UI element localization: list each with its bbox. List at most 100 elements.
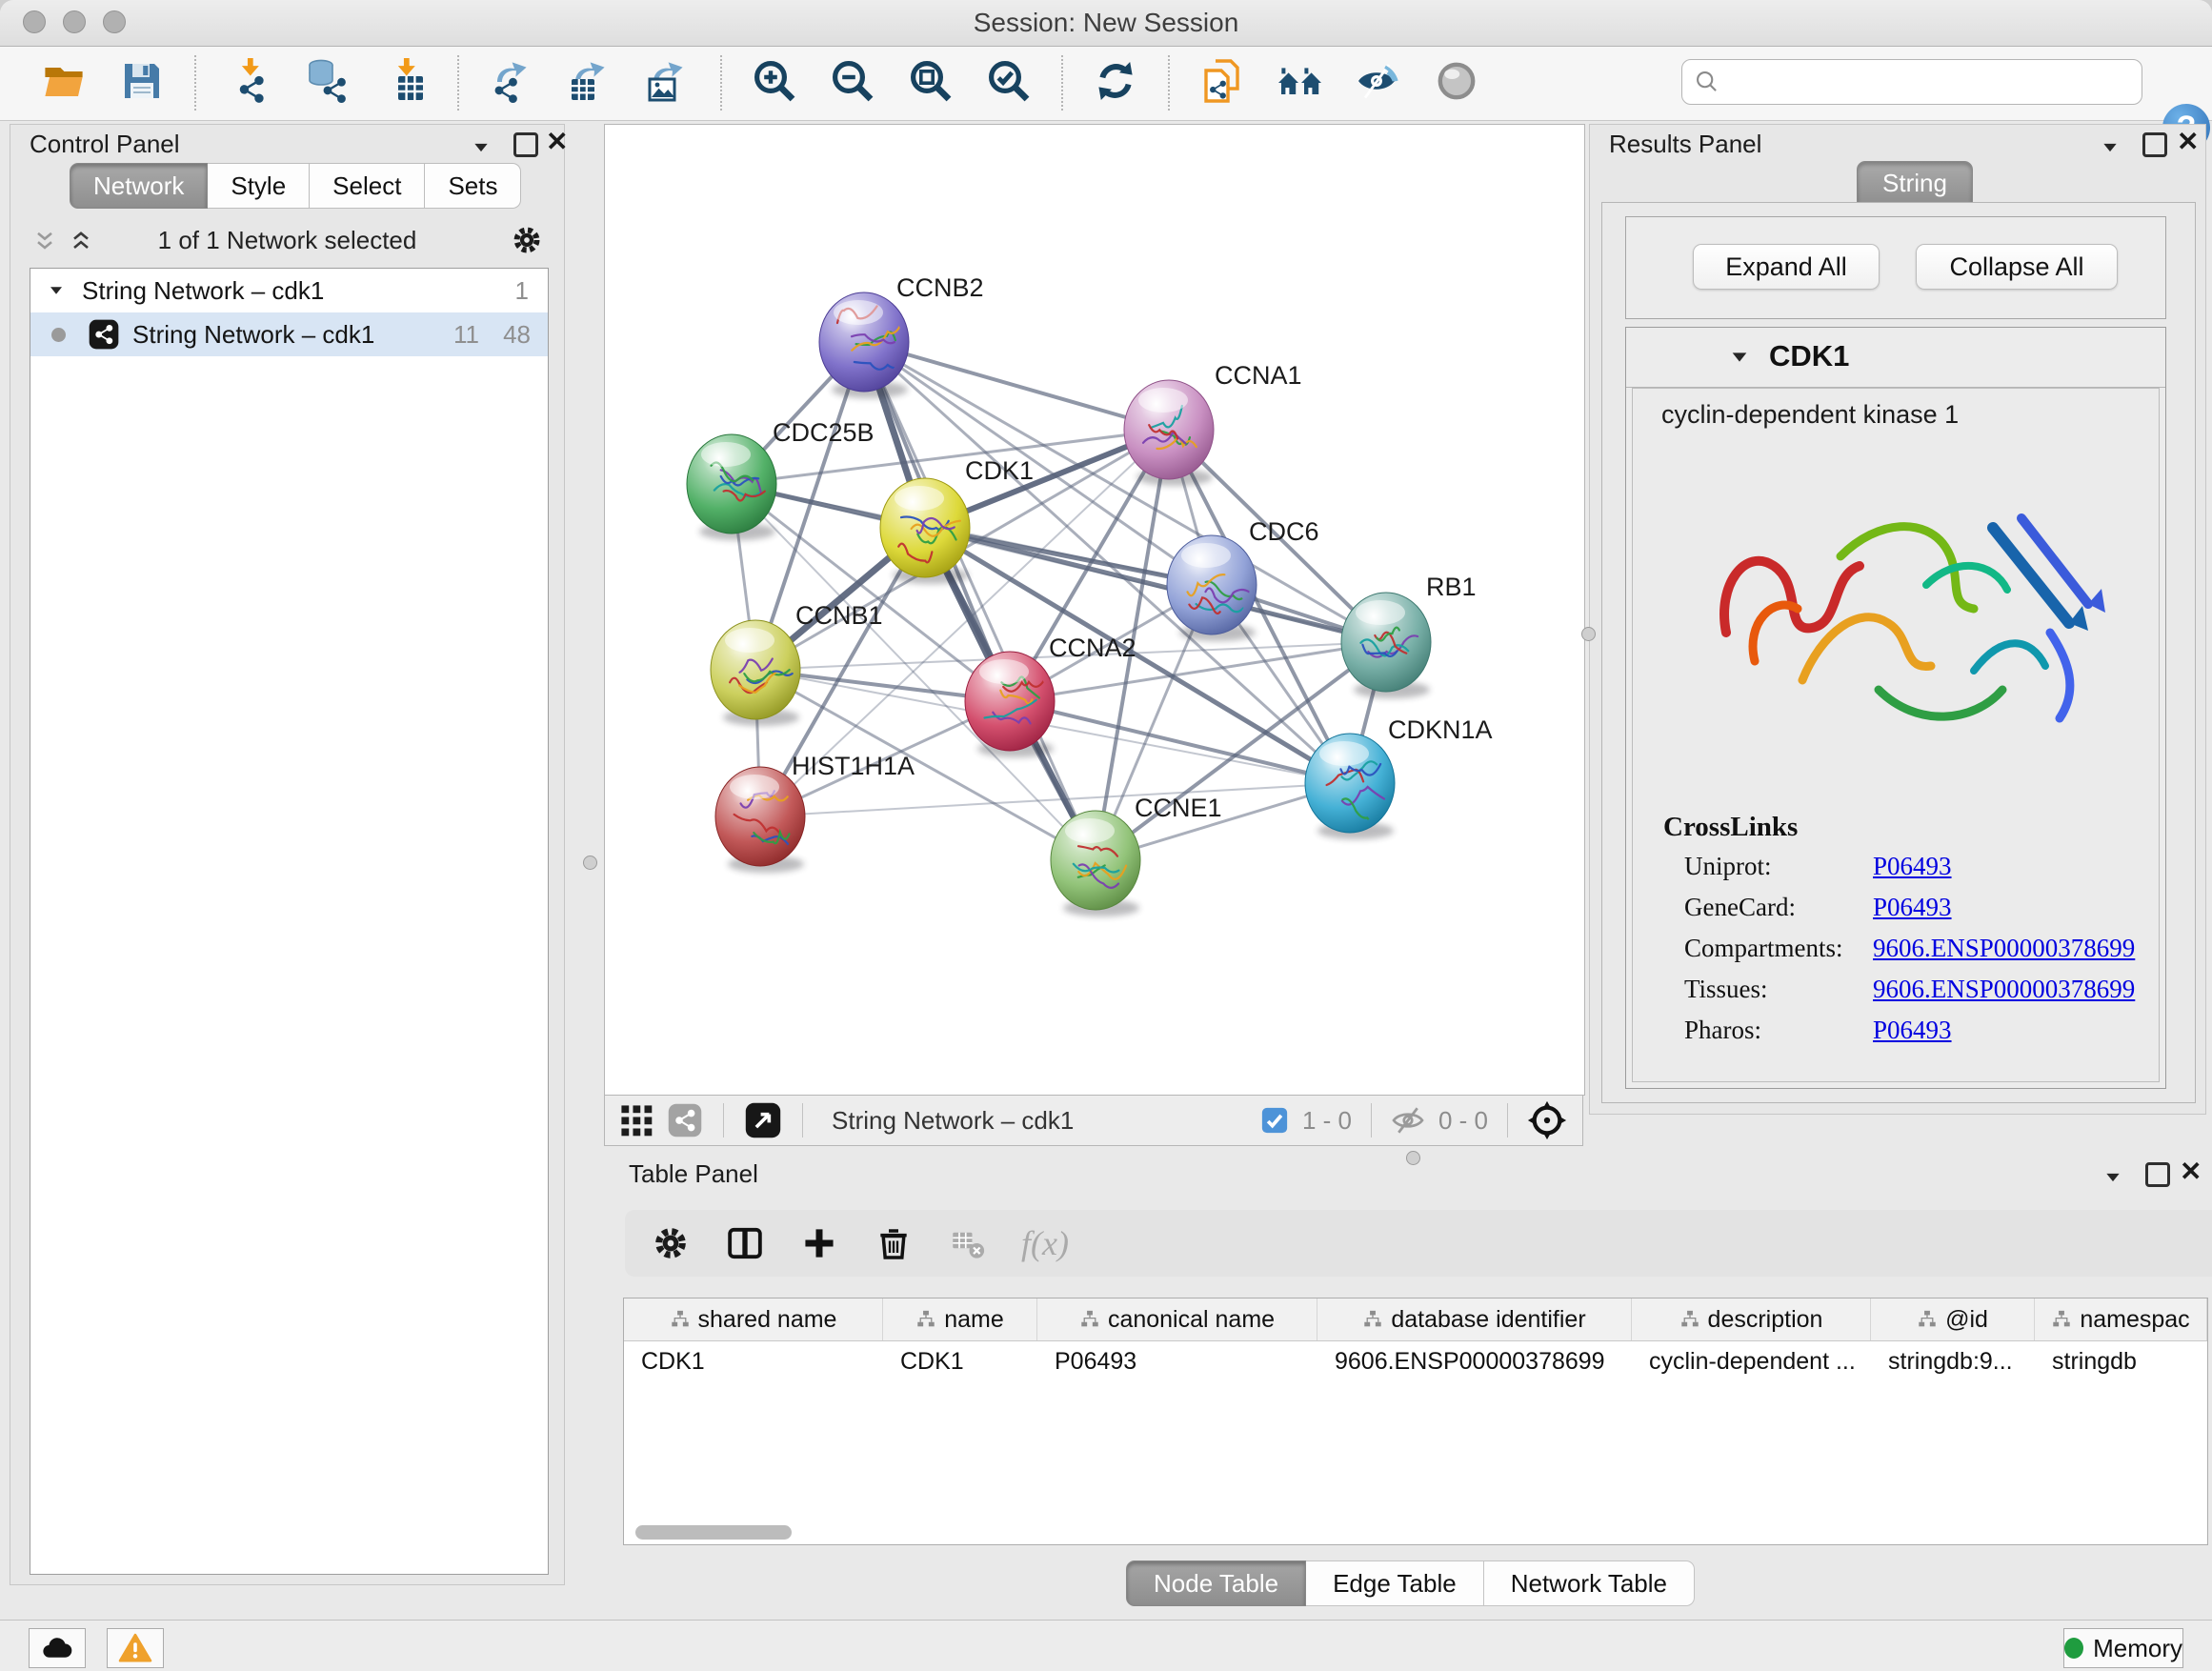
detach-view-button[interactable] <box>745 1102 781 1138</box>
tab-edge-table[interactable]: Edge Table <box>1306 1560 1484 1606</box>
left-splitter-grip[interactable] <box>583 856 597 870</box>
pharos-label: Pharos: <box>1684 1016 1761 1044</box>
float-panel-icon[interactable] <box>2142 132 2167 157</box>
zoom-in-button[interactable] <box>748 56 801 110</box>
section-expander-icon[interactable] <box>1729 347 1750 372</box>
hidden-eye-icon[interactable] <box>1391 1103 1425 1137</box>
add-column-button[interactable] <box>798 1222 840 1264</box>
birdseye-view-button[interactable] <box>1430 56 1483 110</box>
network-selection-bar: 1 of 1 Network selected <box>24 220 551 262</box>
column-header-shared-name[interactable]: shared name <box>624 1299 883 1340</box>
close-panel-icon[interactable]: ✕ <box>546 131 568 153</box>
panel-menu-icon[interactable] <box>2103 1168 2122 1192</box>
tab-node-table[interactable]: Node Table <box>1126 1560 1306 1606</box>
table-toolbar: f(x) <box>625 1210 2212 1277</box>
edge-CCNB2-CCNA1[interactable] <box>864 342 1169 430</box>
horizontal-scrollbar[interactable] <box>635 1525 792 1540</box>
edge-CCNA2-CDKN1A[interactable] <box>1010 701 1350 783</box>
table-row[interactable]: CDK1CDK1P064939606.ENSP00000378699cyclin… <box>624 1341 2207 1383</box>
node-CCNE1[interactable] <box>1051 811 1140 916</box>
column-header--id[interactable]: @id <box>1871 1299 2035 1340</box>
column-header-database-identifier[interactable]: database identifier <box>1317 1299 1632 1340</box>
node-label-CDK1: CDK1 <box>965 456 1034 485</box>
panel-menu-icon[interactable] <box>2101 138 2120 162</box>
node-CCNB2[interactable] <box>819 292 909 398</box>
node-CDC25B[interactable] <box>687 434 776 540</box>
uniprot-link[interactable]: P06493 <box>1873 852 1952 881</box>
column-header-description[interactable]: description <box>1632 1299 1871 1340</box>
node-label-CCNE1: CCNE1 <box>1135 794 1222 822</box>
save-session-button[interactable] <box>115 56 169 110</box>
zoom-selected-button[interactable] <box>982 56 1036 110</box>
tab-string[interactable]: String <box>1857 161 1973 205</box>
node-RB1[interactable] <box>1341 593 1431 698</box>
column-header-name[interactable]: name <box>883 1299 1037 1340</box>
close-panel-icon[interactable]: ✕ <box>2177 131 2199 153</box>
import-network-from-file-button[interactable] <box>222 56 275 110</box>
genecard-link[interactable]: P06493 <box>1873 893 1952 922</box>
column-type-icon <box>1679 1309 1700 1330</box>
bottom-splitter-grip[interactable] <box>1406 1151 1420 1165</box>
zoom-fit-content-button[interactable] <box>904 56 957 110</box>
control-panel-tabs: NetworkStyleSelectSets <box>70 163 521 209</box>
column-header-canonical-name[interactable]: canonical name <box>1037 1299 1317 1340</box>
close-panel-icon[interactable]: ✕ <box>2180 1160 2202 1183</box>
tab-select[interactable]: Select <box>310 163 425 209</box>
cloud-status-button[interactable] <box>29 1628 86 1668</box>
node-details-header[interactable]: CDK1 <box>1626 328 2165 388</box>
node-CCNA1[interactable] <box>1124 380 1214 486</box>
share-view-button[interactable] <box>668 1103 702 1137</box>
tab-style[interactable]: Style <box>208 163 310 209</box>
table-panel: Table Panel ✕ f(x) shared namenamecanoni… <box>615 1155 2212 1620</box>
export-image-button[interactable] <box>641 56 694 110</box>
node-CDKN1A[interactable] <box>1305 734 1395 839</box>
memory-button[interactable]: Memory <box>2063 1628 2183 1668</box>
network-overview-button[interactable] <box>1274 56 1327 110</box>
refresh-layout-button[interactable] <box>1089 56 1142 110</box>
table-mode-gear-button[interactable] <box>650 1222 692 1264</box>
column-label: database identifier <box>1391 1306 1585 1334</box>
open-session-button[interactable] <box>37 56 90 110</box>
import-network-from-database-button[interactable] <box>300 56 353 110</box>
delete-column-button[interactable] <box>873 1222 915 1264</box>
float-panel-icon[interactable] <box>2145 1162 2170 1187</box>
warnings-button[interactable] <box>107 1628 164 1668</box>
float-panel-icon[interactable] <box>513 132 538 157</box>
network-collection-row[interactable]: String Network – cdk1 1 <box>30 269 548 312</box>
selected-count: 1 - 0 <box>1302 1106 1352 1136</box>
export-table-button[interactable] <box>563 56 616 110</box>
crosslink-row: Pharos:P06493 <box>1684 1016 1761 1057</box>
node-CCNB1[interactable] <box>711 620 800 726</box>
column-header-namespac[interactable]: namespac <box>2035 1299 2207 1340</box>
compartments-link[interactable]: 9606.ENSP00000378699 <box>1873 934 2135 963</box>
import-table-from-file-button[interactable] <box>378 56 432 110</box>
column-label: name <box>944 1306 1004 1334</box>
network-canvas[interactable]: CCNB2CCNA1CDC25BCDK1CDC6RB1CCNB1CCNA2CDK… <box>604 124 1585 1096</box>
collection-expander-icon[interactable] <box>48 276 65 306</box>
center-view-button[interactable] <box>1527 1100 1567 1140</box>
network-options-gear-icon[interactable] <box>511 224 543 261</box>
new-network-document-button[interactable] <box>1196 56 1249 110</box>
pharos-link[interactable]: P06493 <box>1873 1016 1952 1045</box>
tab-network-table[interactable]: Network Table <box>1484 1560 1695 1606</box>
expand-all-button[interactable]: Expand All <box>1693 244 1880 290</box>
search-input[interactable] <box>1728 63 2132 101</box>
show-columns-button[interactable] <box>724 1222 766 1264</box>
hide-graphics-details-button[interactable] <box>1352 56 1405 110</box>
right-splitter-grip[interactable] <box>1581 627 1596 641</box>
genecard-label: GeneCard: <box>1684 893 1796 921</box>
edge-CCNB2-CCNE1[interactable] <box>864 342 1096 860</box>
collapse-all-button[interactable]: Collapse All <box>1916 244 2118 290</box>
export-network-button[interactable] <box>485 56 538 110</box>
tissues-link[interactable]: 9606.ENSP00000378699 <box>1873 975 2135 1004</box>
panel-menu-icon[interactable] <box>472 138 491 162</box>
node-CDC6[interactable] <box>1167 535 1257 641</box>
network-row[interactable]: String Network – cdk1 11 48 <box>30 312 548 356</box>
zoom-out-button[interactable] <box>826 56 879 110</box>
grid-view-button[interactable] <box>620 1104 653 1137</box>
selected-checkbox-icon[interactable] <box>1260 1106 1289 1135</box>
tab-sets[interactable]: Sets <box>425 163 521 209</box>
tab-network[interactable]: Network <box>70 163 208 209</box>
node-HIST1H1A[interactable] <box>715 767 805 873</box>
node-count: 11 <box>453 320 479 350</box>
